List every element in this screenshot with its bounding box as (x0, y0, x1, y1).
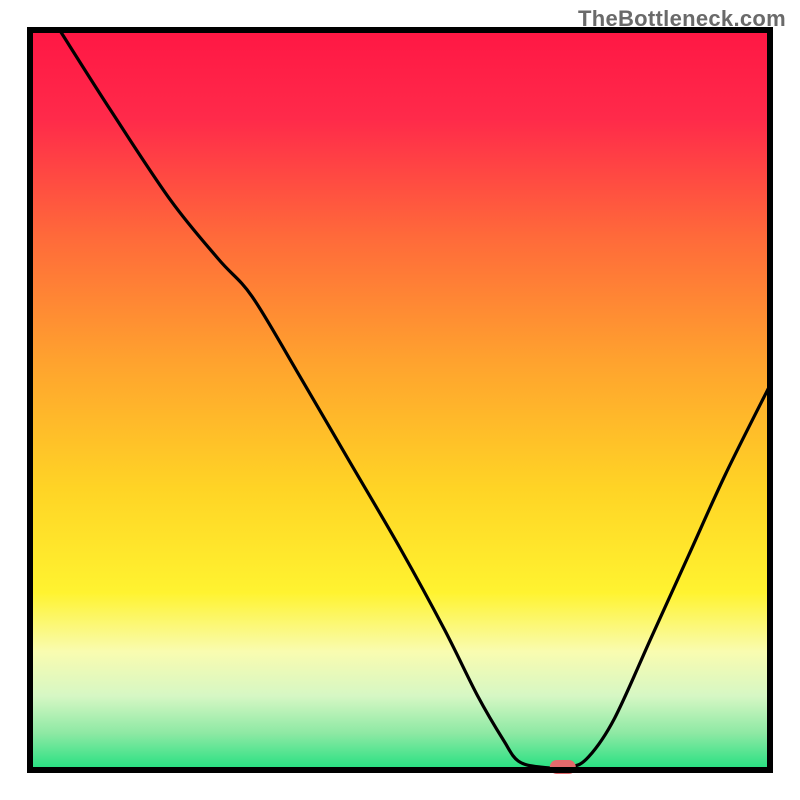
chart-container: TheBottleneck.com (0, 0, 800, 800)
gradient-fill (30, 30, 770, 770)
plot-area (30, 30, 770, 774)
chart-svg (0, 0, 800, 800)
watermark-text: TheBottleneck.com (578, 6, 786, 32)
